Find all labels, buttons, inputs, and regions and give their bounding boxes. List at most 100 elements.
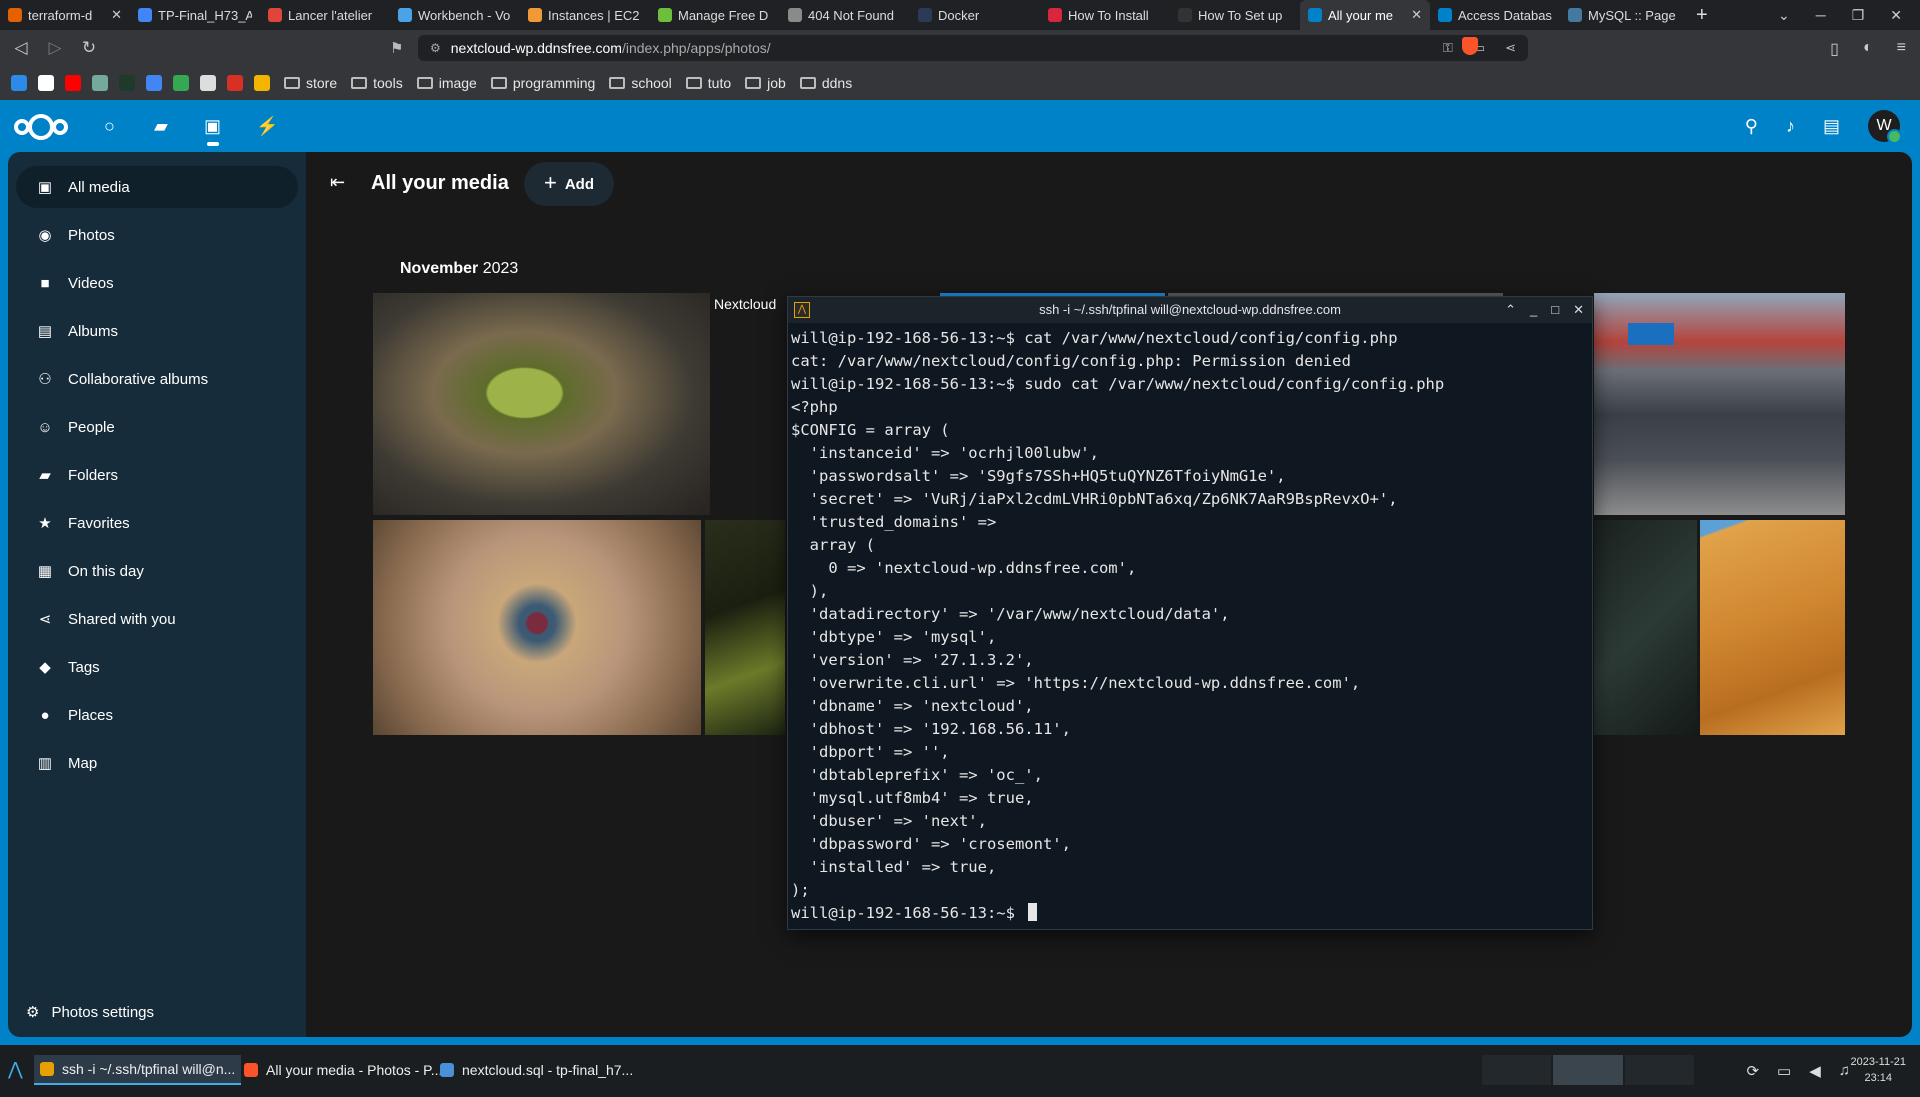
bookmark-stack-icon[interactable]: [254, 75, 270, 91]
browser-tab[interactable]: Manage Free D: [650, 0, 780, 30]
photo-plants[interactable]: [705, 520, 785, 735]
sidebar-item[interactable]: ⚇ Collaborative albums: [16, 358, 298, 400]
sidebar-item[interactable]: ▥ Map: [16, 742, 298, 784]
sidebar-item[interactable]: ☺ People: [16, 406, 298, 448]
key-icon[interactable]: ⚿: [1443, 40, 1453, 56]
terminal-maximize-icon[interactable]: □: [1551, 297, 1559, 323]
bookmark-folder[interactable]: programming: [490, 75, 595, 91]
dashboard-icon[interactable]: ○: [104, 116, 115, 137]
terminal-minimize-icon[interactable]: _: [1530, 297, 1537, 323]
terminal-keep-above-icon[interactable]: ⌃: [1505, 297, 1516, 323]
bookmark-folder[interactable]: school: [609, 75, 672, 91]
photo-frog[interactable]: [373, 293, 710, 515]
bookmark-folder[interactable]: ddns: [799, 75, 852, 91]
browser-tab[interactable]: All your me ✕: [1300, 0, 1430, 30]
back-icon[interactable]: ◁: [8, 38, 34, 58]
activity-icon[interactable]: ⚡: [256, 116, 278, 137]
terminal-window[interactable]: ⋀ ssh -i ~/.ssh/tpfinal will@nextcloud-w…: [787, 296, 1593, 930]
sidebar-toggle-icon[interactable]: ▯: [1830, 39, 1839, 59]
sidebar-item[interactable]: ● Places: [16, 694, 298, 736]
bookmark-leaf-icon[interactable]: [119, 75, 135, 91]
sidebar-item[interactable]: ★ Favorites: [16, 502, 298, 544]
sidebar-item[interactable]: ⋖ Shared with you: [16, 598, 298, 640]
display-icon[interactable]: ▭: [1777, 1062, 1791, 1080]
photo-desert[interactable]: [1700, 520, 1845, 735]
address-bar[interactable]: ⚙ nextcloud-wp.ddnsfree.com /index.php/a…: [418, 35, 1528, 61]
clock[interactable]: 2023-11-21 23:14: [1851, 1054, 1906, 1086]
browser-tab[interactable]: How To Install: [1040, 0, 1170, 30]
tab-close-icon[interactable]: ✕: [1411, 7, 1422, 23]
files-icon[interactable]: ▰: [154, 116, 168, 137]
notifications-icon[interactable]: ♪: [1786, 116, 1795, 137]
site-info-icon[interactable]: ⚙: [430, 41, 441, 55]
taskbar-window[interactable]: nextcloud.sql - tp-final_h7...: [434, 1055, 639, 1085]
maps-icon[interactable]: [173, 75, 189, 91]
sidebar-item[interactable]: ▰ Folders: [16, 454, 298, 496]
github-icon[interactable]: [38, 75, 54, 91]
new-tab-button[interactable]: +: [1696, 4, 1708, 27]
photos-settings-button[interactable]: ⚙ Photos settings: [26, 1003, 154, 1022]
virtual-desktop-pager[interactable]: [1482, 1055, 1694, 1085]
minimize-icon[interactable]: ─: [1816, 7, 1826, 23]
bookmark-folder[interactable]: store: [284, 75, 337, 91]
tab-close-icon[interactable]: ✕: [111, 7, 122, 23]
sidebar-item[interactable]: ▣ All media: [16, 166, 298, 208]
forward-icon[interactable]: ▷: [42, 38, 68, 58]
notifications-tray-icon[interactable]: ♫: [1839, 1062, 1850, 1080]
browser-tab[interactable]: Lancer l'atelier: [260, 0, 390, 30]
chatgpt-icon[interactable]: [92, 75, 108, 91]
photo-forest[interactable]: [1594, 520, 1697, 735]
avatar[interactable]: W: [1868, 110, 1902, 144]
sidebar-item[interactable]: ■ Videos: [16, 262, 298, 304]
clock-time: 23:14: [1864, 1072, 1893, 1084]
sidebar-item[interactable]: ▦ On this day: [16, 550, 298, 592]
browser-tab[interactable]: MySQL :: Page: [1560, 0, 1690, 30]
toggle-sidebar-icon[interactable]: ⇤: [330, 172, 345, 193]
contacts-icon[interactable]: ▤: [1823, 116, 1840, 137]
tab-search-icon[interactable]: ⌄: [1778, 7, 1790, 24]
bookmark-page-icon[interactable]: ⚑: [390, 39, 403, 57]
browser-tab[interactable]: terraform-d ✕: [0, 0, 130, 30]
app-launcher-icon[interactable]: ⋀: [8, 1059, 23, 1080]
share-icon[interactable]: ⋖: [1505, 40, 1516, 56]
vpn-icon[interactable]: ◐: [1863, 39, 1873, 59]
browser-tab[interactable]: Access Databas: [1430, 0, 1560, 30]
menu-icon[interactable]: ≡: [1897, 39, 1906, 59]
bookmark-folder[interactable]: image: [416, 75, 477, 91]
terminal-output[interactable]: will@ip-192-168-56-13:~$ cat /var/www/ne…: [791, 327, 1586, 929]
terminal-close-icon[interactable]: ✕: [1573, 297, 1584, 323]
youtube-icon[interactable]: [65, 75, 81, 91]
nextcloud-logo-icon[interactable]: [14, 114, 68, 140]
reload-icon[interactable]: ↻: [76, 38, 102, 58]
browser-tab[interactable]: Instances | EC2: [520, 0, 650, 30]
browser-tab[interactable]: Docker: [910, 0, 1040, 30]
terminal-prompt-line[interactable]: will@ip-192-168-56-13:~$: [791, 902, 1586, 925]
browser-tab[interactable]: How To Set up: [1170, 0, 1300, 30]
add-button[interactable]: + Add: [524, 162, 614, 206]
maximize-icon[interactable]: ❐: [1852, 7, 1865, 24]
search-icon[interactable]: ⚲: [1745, 116, 1758, 137]
sidebar-item[interactable]: ◆ Tags: [16, 646, 298, 688]
bookmark-c-icon[interactable]: [227, 75, 243, 91]
bookmark-a-icon[interactable]: [11, 75, 27, 91]
close-window-icon[interactable]: ✕: [1890, 7, 1902, 24]
browser-tab[interactable]: Workbench - Vo: [390, 0, 520, 30]
bookmark-folder[interactable]: tuto: [685, 75, 731, 91]
taskbar-window[interactable]: ssh -i ~/.ssh/tpfinal will@n...: [34, 1055, 242, 1085]
browser-tab[interactable]: 404 Not Found: [780, 0, 910, 30]
updates-icon[interactable]: ⟳: [1746, 1062, 1759, 1080]
browser-tab[interactable]: TP-Final_H73_A: [130, 0, 260, 30]
photo-team[interactable]: [1594, 293, 1845, 515]
brave-shields-icon[interactable]: [1462, 37, 1478, 60]
taskbar-window[interactable]: All your media - Photos - P...: [238, 1055, 448, 1085]
translate-icon[interactable]: [146, 75, 162, 91]
search-bookmark-icon[interactable]: [200, 75, 216, 91]
sidebar-item[interactable]: ▤ Albums: [16, 310, 298, 352]
sidebar-item[interactable]: ◉ Photos: [16, 214, 298, 256]
photos-app-icon[interactable]: ▣: [204, 116, 221, 137]
terminal-title-bar[interactable]: ⋀ ssh -i ~/.ssh/tpfinal will@nextcloud-w…: [788, 297, 1592, 323]
bookmark-folder[interactable]: tools: [351, 75, 403, 91]
photo-bird[interactable]: [373, 520, 701, 735]
bookmark-folder[interactable]: job: [745, 75, 786, 91]
volume-icon[interactable]: ◀: [1809, 1062, 1821, 1080]
